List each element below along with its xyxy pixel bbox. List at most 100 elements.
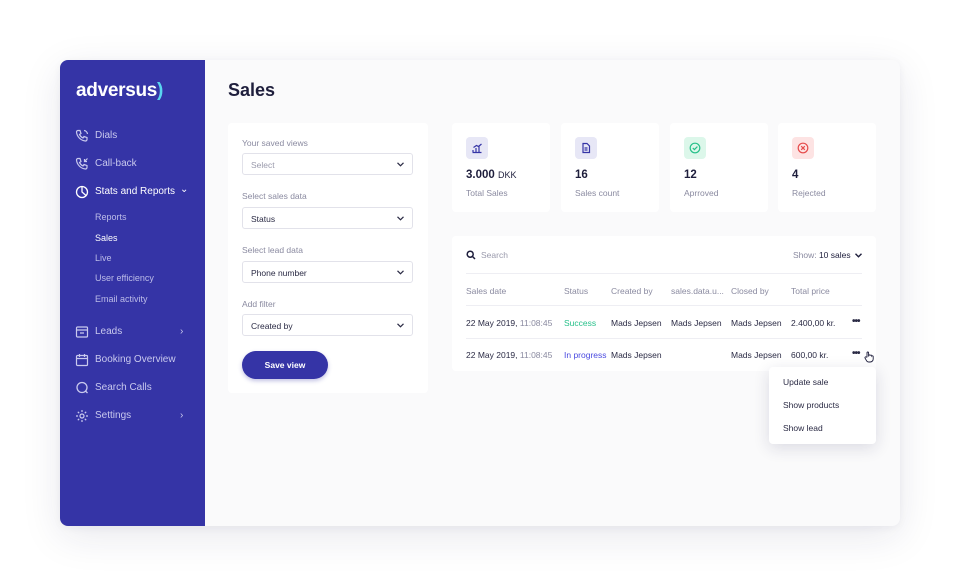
save-view-button[interactable]: Save view [242,351,328,379]
chevron-down-icon: ⌄ [180,184,189,195]
sidebar-item-label: Dials [95,130,118,141]
sidebar-item-label: Leads [95,326,123,337]
status-badge: In progress [564,350,607,360]
cell-created-by: Mads Jepsen [611,350,662,360]
cell-sales-date: 22 May 2019, 11:08:45 [466,318,553,328]
cell-sales-date: 22 May 2019, 11:08:45 [466,350,553,360]
add-filter-value: Created by [251,321,293,331]
show-label: Show: [792,250,817,260]
check-circle-icon [684,137,706,159]
chevron-down-icon [397,216,404,221]
chevron-down-icon [855,253,862,258]
cell-total-price: 2.400,00 kr. [791,318,836,328]
saved-views-select[interactable]: Select [242,153,413,175]
pie-chart-icon [75,185,89,199]
divider [466,338,862,339]
status-badge: Success [564,318,597,328]
divider [466,305,862,306]
chevron-right-icon: › [180,410,184,421]
sidebar-item-dials[interactable]: Dials [60,127,205,145]
add-filter-label: Add filter [242,299,276,309]
menu-item-show-products[interactable]: Show products [783,400,839,410]
column-header-sales-date[interactable]: Sales date [466,286,506,296]
column-header-created-by[interactable]: Created by [611,286,653,296]
sidebar-item-label: Search Calls [95,382,152,393]
stat-card-sales-count: 16 Sales count [561,123,659,212]
sidebar-subitem-user-efficiency[interactable]: User efficiency [95,273,154,283]
more-options-icon[interactable]: ••• [852,316,860,327]
column-header-sales-data-u[interactable]: sales.data.u... [671,286,724,296]
sidebar-subitem-sales[interactable]: Sales [95,233,118,243]
cell-closed-by: Mads Jepsen [731,350,782,360]
lead-data-value: Phone number [251,268,307,278]
sidebar-subitem-live[interactable]: Live [95,253,112,263]
cell-sales-data-u: Mads Jepsen [671,318,722,328]
sales-data-label: Select sales data [242,191,307,201]
sidebar-subitem-reports[interactable]: Reports [95,212,127,222]
sidebar: adversus) Dials Call-back Stats and Repo… [60,60,205,526]
logo[interactable]: adversus) [76,80,163,102]
stat-label: Total Sales [466,188,508,198]
stat-card-rejected: 4 Rejected [778,123,876,212]
show-value: 10 sales [818,250,851,260]
sidebar-item-stats-and-reports[interactable]: Stats and Reports ⌄ [60,183,205,201]
chart-icon [466,137,488,159]
sales-data-select[interactable]: Status [242,207,413,229]
calendar-icon [75,354,89,367]
app-window: adversus) Dials Call-back Stats and Repo… [60,60,900,526]
add-filter-select[interactable]: Created by [242,314,413,336]
phone-icon [75,129,89,142]
gear-icon [76,410,88,422]
menu-item-show-lead[interactable]: Show lead [783,423,823,433]
lead-data-select[interactable]: Phone number [242,261,413,283]
saved-views-value: Select [251,160,275,170]
search-calls-icon [76,381,88,394]
column-header-status[interactable]: Status [564,286,588,296]
column-header-total-price[interactable]: Total price [791,286,830,296]
row-context-menu: Update sale Show products Show lead [769,367,876,444]
page-title: Sales [228,80,276,100]
sidebar-item-label: Call-back [95,158,137,169]
sidebar-item-label: Stats and Reports [95,186,176,197]
cell-closed-by: Mads Jepsen [731,318,782,328]
sales-table-panel: Search Show: 10 sales Sales date Status … [452,236,876,371]
chevron-down-icon [397,323,404,328]
hand-cursor-icon [864,351,874,363]
stat-value: 16 [575,169,588,181]
cell-total-price: 600,00 kr. [791,350,829,360]
search-icon [466,250,476,260]
document-icon [575,137,597,159]
more-options-icon[interactable]: ••• [852,348,860,359]
stat-label: Rejected [792,188,826,198]
chevron-right-icon: › [180,326,184,337]
chevron-down-icon [397,270,404,275]
sidebar-subitem-email-activity[interactable]: Email activity [95,294,148,304]
sales-data-value: Status [251,214,276,224]
sidebar-item-label: Booking Overview [95,354,176,365]
search-placeholder: Search [481,250,508,260]
show-count-select[interactable]: Show: 10 sales [793,250,862,260]
sidebar-item-search-calls[interactable]: Search Calls [60,379,205,397]
sidebar-item-booking-overview[interactable]: Booking Overview [60,351,205,369]
stat-value: 3.000 DKK [466,169,517,181]
stat-label: Sales count [575,188,620,198]
stat-value: 4 [792,169,799,181]
lead-data-label: Select lead data [242,245,303,255]
sidebar-item-settings[interactable]: Settings › [60,407,205,425]
column-header-closed-by[interactable]: Closed by [731,286,769,296]
filter-panel: Your saved views Select Select sales dat… [228,123,428,393]
sidebar-item-call-back[interactable]: Call-back [60,155,205,173]
sidebar-item-leads[interactable]: Leads › [60,323,205,341]
stat-card-total-sales: 3.000 DKK Total Sales [452,123,550,212]
saved-views-label: Your saved views [242,138,308,148]
menu-item-update-sale[interactable]: Update sale [783,377,828,387]
chevron-down-icon [397,162,404,167]
x-circle-icon [792,137,814,159]
stat-card-approved: 12 Aprroved [670,123,768,212]
stat-label: Aprroved [684,188,719,198]
stat-value: 12 [684,169,697,181]
divider [466,273,862,274]
cell-created-by: Mads Jepsen [611,318,662,328]
sidebar-item-label: Settings [95,410,132,421]
search-field[interactable]: Search [466,249,616,263]
